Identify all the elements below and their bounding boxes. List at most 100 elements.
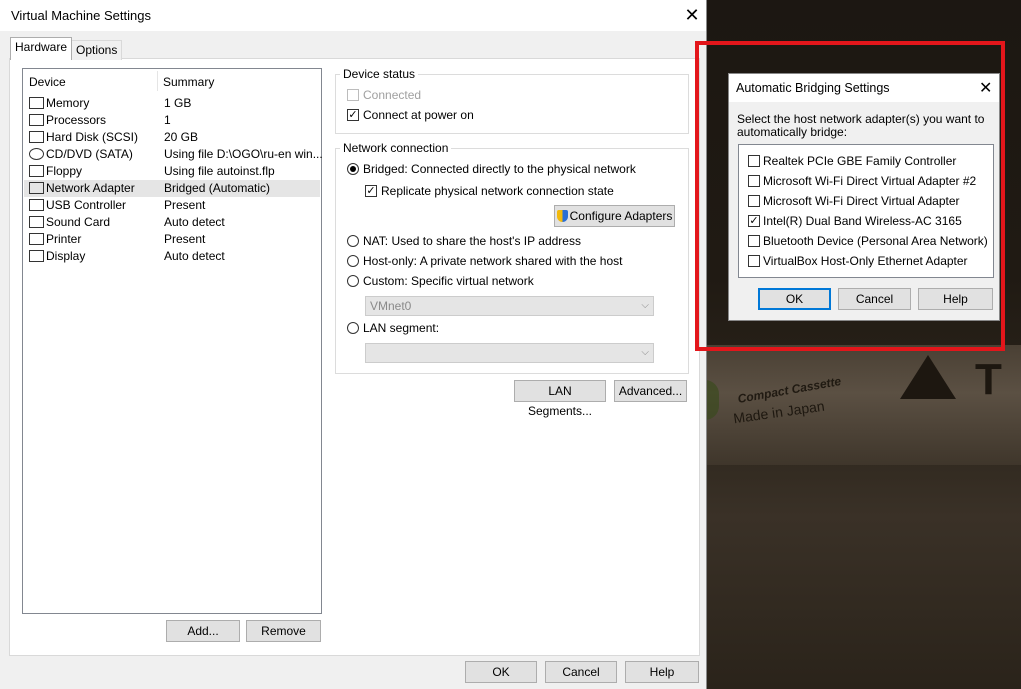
- advanced-button[interactable]: Advanced...: [614, 380, 687, 402]
- column-divider: [157, 71, 158, 91]
- remove-button[interactable]: Remove: [246, 620, 321, 642]
- chevron-down-icon: ⌵: [641, 347, 649, 358]
- summary-column-header[interactable]: Summary: [163, 75, 214, 89]
- bridged-radio[interactable]: [347, 163, 359, 175]
- adapter-label: Microsoft Wi-Fi Direct Virtual Adapter: [763, 194, 960, 208]
- network-icon: [29, 182, 44, 194]
- chevron-down-icon: ⌵: [641, 300, 649, 311]
- device-summary: Auto detect: [164, 215, 225, 229]
- lan-segment-select[interactable]: ⌵: [365, 343, 654, 363]
- vm-settings-window: Virtual Machine Settings ✕ Hardware Opti…: [0, 0, 707, 689]
- network-connection-title: Network connection: [340, 141, 452, 155]
- replicate-state-checkbox[interactable]: ✓: [365, 185, 377, 197]
- vmnet-select[interactable]: VMnet0 ⌵: [365, 296, 654, 316]
- device-row-sound-card[interactable]: Sound Card Auto detect: [24, 214, 320, 231]
- device-name: USB Controller: [46, 198, 127, 212]
- device-row-processors[interactable]: Processors 1: [24, 112, 320, 129]
- device-status-title: Device status: [340, 67, 419, 81]
- adapter-checkbox[interactable]: ✓: [748, 215, 760, 227]
- device-name: Memory: [46, 96, 90, 110]
- device-summary: 1: [164, 113, 171, 127]
- device-summary: 20 GB: [164, 130, 199, 144]
- dialog-title-bar: Automatic Bridging Settings ✕: [729, 74, 999, 102]
- processor-icon: [29, 114, 44, 126]
- adapter-checkbox[interactable]: [748, 195, 760, 207]
- ok-button[interactable]: OK: [465, 661, 537, 683]
- dialog-help-button[interactable]: Help: [918, 288, 993, 310]
- device-name: Floppy: [46, 164, 83, 178]
- lan-segment-label: LAN segment:: [363, 321, 440, 335]
- cassette-logo-triangle: [900, 355, 956, 399]
- device-summary: Bridged (Automatic): [164, 181, 271, 195]
- dialog-title: Automatic Bridging Settings: [736, 81, 890, 95]
- device-summary: Present: [164, 232, 206, 246]
- floppy-icon: [29, 165, 44, 177]
- connected-checkbox[interactable]: [347, 89, 359, 101]
- close-icon[interactable]: ✕: [682, 5, 702, 25]
- adapter-checkbox[interactable]: [748, 175, 760, 187]
- cassette-label-strip: [705, 345, 1021, 465]
- bridged-label: Bridged: Connected directly to the physi…: [363, 162, 636, 176]
- replicate-state-label: Replicate physical network connection st…: [381, 184, 614, 198]
- cd-icon: [29, 148, 44, 160]
- device-row-printer[interactable]: Printer Present: [24, 231, 320, 248]
- cassette-logo-letter: T: [975, 355, 1002, 404]
- host-only-label: Host-only: A private network shared with…: [363, 254, 623, 268]
- title-bar: Virtual Machine Settings ✕: [0, 0, 706, 31]
- custom-label: Custom: Specific virtual network: [363, 274, 534, 288]
- usb-icon: [29, 199, 44, 211]
- dialog-instruction-line1: Select the host network adapter(s) you w…: [737, 112, 985, 126]
- connect-at-power-on-label: Connect at power on: [363, 108, 474, 122]
- device-name: Hard Disk (SCSI): [46, 130, 139, 144]
- adapter-checkbox[interactable]: [748, 255, 760, 267]
- adapter-label: VirtualBox Host-Only Ethernet Adapter: [763, 254, 968, 268]
- bridging-dialog: Automatic Bridging Settings ✕ Select the…: [728, 73, 1000, 321]
- lan-segments-button[interactable]: LAN Segments...: [514, 380, 606, 418]
- adapter-label: Microsoft Wi-Fi Direct Virtual Adapter #…: [763, 174, 977, 188]
- device-status-group: Device status: [335, 67, 689, 134]
- host-only-radio[interactable]: [347, 255, 359, 267]
- device-row-cd-dvd[interactable]: CD/DVD (SATA) Using file D:\OGO\ru-en wi…: [24, 146, 323, 163]
- device-row-network-adapter[interactable]: Network Adapter Bridged (Automatic): [24, 180, 320, 197]
- device-name: Network Adapter: [46, 181, 135, 195]
- harddisk-icon: [29, 131, 44, 143]
- memory-icon: [29, 97, 44, 109]
- adapter-label: Realtek PCIe GBE Family Controller: [763, 154, 957, 168]
- device-column-header[interactable]: Device: [29, 75, 66, 89]
- close-icon[interactable]: ✕: [979, 78, 992, 98]
- dialog-cancel-button[interactable]: Cancel: [838, 288, 911, 310]
- custom-radio[interactable]: [347, 275, 359, 287]
- cancel-button[interactable]: Cancel: [545, 661, 617, 683]
- add-button[interactable]: Add...: [166, 620, 240, 642]
- speaker-icon: [29, 216, 44, 228]
- configure-adapters-label: Configure Adapters: [569, 209, 673, 223]
- nat-radio[interactable]: [347, 235, 359, 247]
- device-row-memory[interactable]: Memory 1 GB: [24, 95, 320, 112]
- adapter-checkbox[interactable]: [748, 155, 760, 167]
- device-row-usb-controller[interactable]: USB Controller Present: [24, 197, 320, 214]
- help-button[interactable]: Help: [625, 661, 699, 683]
- device-name: Sound Card: [46, 215, 111, 229]
- tab-hardware[interactable]: Hardware: [10, 37, 73, 60]
- lan-segment-radio[interactable]: [347, 322, 359, 334]
- tab-options[interactable]: Options: [71, 40, 123, 60]
- nat-label: NAT: Used to share the host's IP address: [363, 234, 581, 248]
- adapter-list[interactable]: Realtek PCIe GBE Family Controller Micro…: [738, 144, 994, 278]
- device-row-floppy[interactable]: Floppy Using file autoinst.flp: [24, 163, 320, 180]
- connected-label: Connected: [363, 88, 422, 102]
- device-row-hard-disk[interactable]: Hard Disk (SCSI) 20 GB: [24, 129, 320, 146]
- connect-at-power-on-checkbox[interactable]: ✓: [347, 109, 359, 121]
- device-list[interactable]: Device Summary Memory 1 GB Processors 1 …: [22, 68, 323, 614]
- vmnet-select-value: VMnet0: [370, 299, 412, 313]
- window-title: Virtual Machine Settings: [11, 8, 151, 23]
- device-row-display[interactable]: Display Auto detect: [24, 248, 320, 265]
- device-summary: Auto detect: [164, 249, 225, 263]
- configure-adapters-button[interactable]: Configure Adapters: [554, 205, 675, 227]
- adapter-checkbox[interactable]: [748, 235, 760, 247]
- adapter-label: Bluetooth Device (Personal Area Network): [763, 234, 988, 248]
- printer-icon: [29, 233, 44, 245]
- device-summary: Using file autoinst.flp: [164, 164, 275, 178]
- dialog-ok-button[interactable]: OK: [758, 288, 831, 310]
- monitor-icon: [29, 250, 44, 262]
- device-name: CD/DVD (SATA): [46, 147, 133, 161]
